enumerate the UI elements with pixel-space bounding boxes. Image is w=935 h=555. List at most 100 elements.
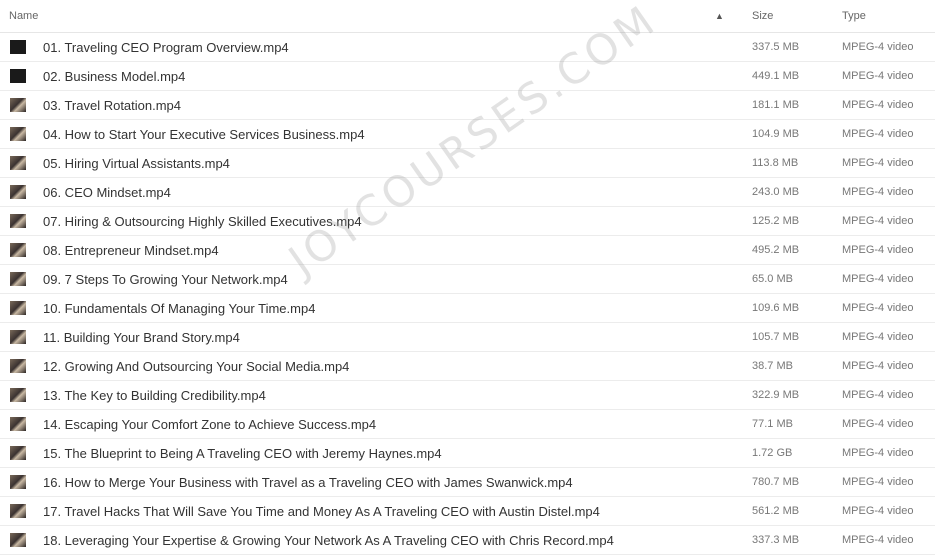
video-thumbnail-icon — [10, 301, 26, 315]
sort-ascending-icon[interactable]: ▲ — [715, 11, 743, 21]
file-name[interactable]: 02. Business Model.mp4 — [43, 69, 185, 84]
file-size: 104.9 MB — [752, 128, 800, 140]
file-size: 337.5 MB — [752, 41, 800, 53]
file-name-cell: 05. Hiring Virtual Assistants.mp4 — [0, 156, 715, 171]
file-name-cell: 01. Traveling CEO Program Overview.mp4 — [0, 40, 715, 55]
file-name[interactable]: 12. Growing And Outsourcing Your Social … — [43, 359, 349, 374]
file-name[interactable]: 11. Building Your Brand Story.mp4 — [43, 330, 240, 345]
file-name-cell: 11. Building Your Brand Story.mp4 — [0, 330, 715, 345]
video-thumbnail-icon — [10, 127, 26, 141]
file-name[interactable]: 05. Hiring Virtual Assistants.mp4 — [43, 156, 230, 171]
file-type: MPEG-4 video — [842, 273, 914, 285]
file-type: MPEG-4 video — [842, 331, 914, 343]
file-type: MPEG-4 video — [842, 534, 914, 546]
file-name[interactable]: 14. Escaping Your Comfort Zone to Achiev… — [43, 417, 376, 432]
file-name-cell: 09. 7 Steps To Growing Your Network.mp4 — [0, 272, 715, 287]
file-size: 449.1 MB — [752, 70, 800, 82]
file-type: MPEG-4 video — [842, 447, 914, 459]
type-column-header[interactable]: Type — [833, 10, 933, 22]
file-name[interactable]: 13. The Key to Building Credibility.mp4 — [43, 388, 266, 403]
file-list: Name ▲ Size Type 01. Traveling CEO Progr… — [0, 0, 935, 555]
name-column-header[interactable]: Name — [0, 10, 715, 22]
video-thumbnail-icon — [10, 98, 26, 112]
file-name[interactable]: 15. The Blueprint to Being A Traveling C… — [43, 446, 442, 461]
file-type: MPEG-4 video — [842, 128, 914, 140]
file-name[interactable]: 09. 7 Steps To Growing Your Network.mp4 — [43, 272, 288, 287]
file-row[interactable]: 04. How to Start Your Executive Services… — [0, 120, 935, 149]
file-type: MPEG-4 video — [842, 302, 914, 314]
file-rows: 01. Traveling CEO Program Overview.mp4 33… — [0, 33, 935, 555]
file-name-cell: 12. Growing And Outsourcing Your Social … — [0, 359, 715, 374]
file-name-cell: 13. The Key to Building Credibility.mp4 — [0, 388, 715, 403]
file-type: MPEG-4 video — [842, 360, 914, 372]
file-row[interactable]: 03. Travel Rotation.mp4 181.1 MB MPEG-4 vi… — [0, 91, 935, 120]
file-row[interactable]: 13. The Key to Building Credibility.mp4 3… — [0, 381, 935, 410]
file-name-cell: 07. Hiring & Outsourcing Highly Skilled … — [0, 214, 715, 229]
file-name-cell: 14. Escaping Your Comfort Zone to Achiev… — [0, 417, 715, 432]
file-type: MPEG-4 video — [842, 186, 914, 198]
file-name-cell: 08. Entrepreneur Mindset.mp4 — [0, 243, 715, 258]
file-row[interactable]: 11. Building Your Brand Story.mp4 105.7 M… — [0, 323, 935, 352]
file-row[interactable]: 16. How to Merge Your Business with Trav… — [0, 468, 935, 497]
video-thumbnail-icon — [10, 359, 26, 373]
file-size: 780.7 MB — [752, 476, 800, 488]
file-name[interactable]: 16. How to Merge Your Business with Trav… — [43, 475, 573, 490]
file-name-cell: 04. How to Start Your Executive Services… — [0, 127, 715, 142]
file-size: 113.8 MB — [752, 157, 799, 169]
file-size: 322.9 MB — [752, 389, 800, 401]
video-thumbnail-icon — [10, 446, 26, 460]
file-row[interactable]: 18. Leveraging Your Expertise & Growing … — [0, 526, 935, 555]
file-name[interactable]: 07. Hiring & Outsourcing Highly Skilled … — [43, 214, 362, 229]
file-name[interactable]: 10. Fundamentals Of Managing Your Time.m… — [43, 301, 315, 316]
file-size: 337.3 MB — [752, 534, 800, 546]
file-size: 109.6 MB — [752, 302, 800, 314]
file-size: 77.1 MB — [752, 418, 793, 430]
video-thumbnail-icon — [10, 417, 26, 431]
video-thumbnail-icon — [10, 69, 26, 83]
file-row[interactable]: 17. Travel Hacks That Will Save You Time… — [0, 497, 935, 526]
video-thumbnail-icon — [10, 40, 26, 54]
file-size: 495.2 MB — [752, 244, 800, 256]
video-thumbnail-icon — [10, 185, 26, 199]
video-thumbnail-icon — [10, 272, 26, 286]
column-header-row: Name ▲ Size Type — [0, 0, 935, 33]
file-row[interactable]: 05. Hiring Virtual Assistants.mp4 113.8 M… — [0, 149, 935, 178]
file-row[interactable]: 14. Escaping Your Comfort Zone to Achiev… — [0, 410, 935, 439]
video-thumbnail-icon — [10, 533, 26, 547]
file-row[interactable]: 07. Hiring & Outsourcing Highly Skilled … — [0, 207, 935, 236]
file-name-cell: 16. How to Merge Your Business with Trav… — [0, 475, 715, 490]
file-name[interactable]: 06. CEO Mindset.mp4 — [43, 185, 171, 200]
file-type: MPEG-4 video — [842, 215, 914, 227]
file-name[interactable]: 01. Traveling CEO Program Overview.mp4 — [43, 40, 289, 55]
file-type: MPEG-4 video — [842, 418, 914, 430]
file-name-cell: 17. Travel Hacks That Will Save You Time… — [0, 504, 715, 519]
file-name-cell: 02. Business Model.mp4 — [0, 69, 715, 84]
file-row[interactable]: 15. The Blueprint to Being A Traveling C… — [0, 439, 935, 468]
file-name[interactable]: 17. Travel Hacks That Will Save You Time… — [43, 504, 600, 519]
video-thumbnail-icon — [10, 156, 26, 170]
file-type: MPEG-4 video — [842, 70, 914, 82]
file-type: MPEG-4 video — [842, 476, 914, 488]
file-name[interactable]: 08. Entrepreneur Mindset.mp4 — [43, 243, 219, 258]
file-row[interactable]: 01. Traveling CEO Program Overview.mp4 33… — [0, 33, 935, 62]
file-size: 125.2 MB — [752, 215, 800, 227]
file-row[interactable]: 08. Entrepreneur Mindset.mp4 495.2 MB MPEG… — [0, 236, 935, 265]
file-size: 38.7 MB — [752, 360, 793, 372]
file-row[interactable]: 06. CEO Mindset.mp4 243.0 MB MPEG-4 video — [0, 178, 935, 207]
file-type: MPEG-4 video — [842, 244, 914, 256]
file-row[interactable]: 09. 7 Steps To Growing Your Network.mp4 6… — [0, 265, 935, 294]
file-name[interactable]: 18. Leveraging Your Expertise & Growing … — [43, 533, 614, 548]
file-row[interactable]: 10. Fundamentals Of Managing Your Time.m… — [0, 294, 935, 323]
file-name-cell: 03. Travel Rotation.mp4 — [0, 98, 715, 113]
file-type: MPEG-4 video — [842, 99, 914, 111]
file-name-cell: 10. Fundamentals Of Managing Your Time.m… — [0, 301, 715, 316]
size-column-header[interactable]: Size — [743, 10, 833, 22]
file-size: 181.1 MB — [752, 99, 800, 111]
file-type: MPEG-4 video — [842, 157, 914, 169]
file-name-cell: 18. Leveraging Your Expertise & Growing … — [0, 533, 715, 548]
file-row[interactable]: 12. Growing And Outsourcing Your Social … — [0, 352, 935, 381]
file-name[interactable]: 03. Travel Rotation.mp4 — [43, 98, 181, 113]
file-name[interactable]: 04. How to Start Your Executive Services… — [43, 127, 365, 142]
file-row[interactable]: 02. Business Model.mp4 449.1 MB MPEG-4 vid… — [0, 62, 935, 91]
file-size: 105.7 MB — [752, 331, 800, 343]
